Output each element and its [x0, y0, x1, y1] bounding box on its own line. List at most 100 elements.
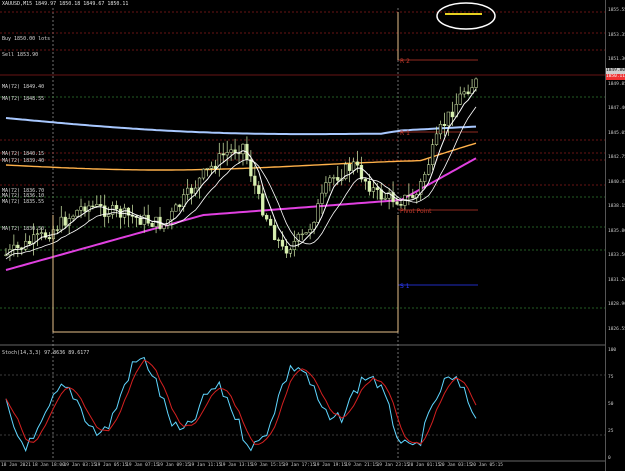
candle-body	[324, 182, 328, 194]
candle-body	[209, 165, 213, 169]
candle-body	[122, 207, 127, 218]
pivot-r1-label: R 1	[400, 130, 410, 137]
chart-header: XAUUSD,M15 1849.97 1850.18 1849.67 1850.…	[2, 1, 128, 7]
indicator-label: MA(72) 1849.40	[2, 84, 45, 90]
candle-body	[162, 224, 166, 229]
candle-body	[367, 180, 371, 192]
price-tick-label: 1855.55	[608, 8, 625, 13]
ohlc-values: 1849.97 1850.18 1849.67 1850.11	[35, 1, 129, 7]
candle-body	[182, 194, 186, 207]
candle-body	[261, 193, 265, 216]
candle-body	[12, 244, 16, 250]
candle-body	[170, 210, 174, 221]
time-tick-label: 19 Jan 11:15	[188, 463, 222, 468]
candle-body	[395, 201, 399, 205]
stoch-tick-label: 50	[608, 402, 614, 407]
candle-body	[427, 164, 431, 175]
candle-body	[221, 153, 225, 156]
stoch-tick-label: 100	[608, 348, 617, 353]
candle-body	[442, 123, 447, 126]
candle-body	[316, 203, 320, 223]
candle-body	[280, 239, 285, 247]
candle-body	[16, 244, 20, 249]
time-tick-label: 20 Jan 01:15	[407, 463, 441, 468]
candle-body	[348, 163, 352, 171]
indicator-label: Sell 1853.90	[2, 52, 39, 58]
time-tick-label: 20 Jan 03:15	[439, 463, 472, 468]
candle-body	[411, 195, 415, 199]
candle-body	[24, 241, 28, 250]
candle-body	[114, 205, 119, 210]
candle-body	[190, 187, 194, 194]
price-tick-label: 1838.15	[608, 204, 625, 209]
indicator-label: MA(72) 1839.40	[2, 158, 45, 164]
time-tick-label: 18 Jan 2021	[1, 463, 31, 468]
candle-body	[351, 161, 356, 171]
candle-body	[269, 218, 273, 226]
price-tick-label: 1849.85	[608, 81, 625, 87]
price-tick-label: 1842.75	[608, 155, 625, 160]
time-tick-label: 19 Jan 17:15	[282, 463, 316, 468]
candle-body	[265, 214, 269, 220]
price-tick-label: 1831.20	[608, 277, 625, 283]
candle-body	[375, 187, 379, 190]
stoch-tick-label: 0	[608, 456, 611, 461]
time-tick-label: 19 Jan 05:15	[94, 463, 128, 468]
pivot-r2-label: R 2	[400, 58, 410, 65]
price-tick-label: 1853.35	[608, 32, 625, 38]
time-tick-label: 19 Jan 13:15	[220, 463, 253, 468]
candle-body	[363, 178, 368, 182]
candle-body	[332, 177, 336, 179]
candle-body	[355, 161, 360, 166]
candle-body	[288, 249, 292, 254]
candle-body	[39, 232, 44, 234]
candle-body	[446, 111, 450, 126]
candle-body	[300, 233, 304, 236]
candle-body	[474, 78, 478, 88]
candle-body	[336, 177, 340, 181]
indicator-label: MA(72) 1848.55	[2, 96, 45, 102]
candle-body	[359, 164, 364, 180]
candle-body	[91, 205, 95, 207]
symbol-title: XAUUSD,M15	[2, 1, 33, 7]
candle-body	[174, 204, 178, 212]
candle-body	[383, 197, 387, 200]
candle-body	[99, 204, 103, 207]
candle-body	[304, 232, 308, 235]
candle-body	[257, 185, 261, 194]
candle-body	[276, 239, 281, 241]
pivot-point-label: Pivot Point	[400, 208, 432, 215]
pivot-s1-label: S 1	[400, 283, 410, 290]
candle-body	[55, 229, 59, 231]
candle-body	[399, 204, 403, 206]
indicator-label: MA(72) 1840.15	[2, 151, 45, 157]
stoch-tick-label: 75	[608, 375, 614, 380]
candle-body	[178, 204, 182, 207]
time-tick-label: 20 Jan 05:15	[470, 463, 504, 468]
price-tick-label: 1847.40	[608, 106, 625, 111]
time-tick-label: 19 Jan 21:15	[345, 463, 378, 468]
candle-body	[253, 175, 257, 186]
candle-body	[35, 233, 40, 235]
main-price-chart[interactable]: R 2 R 1 Pivot Point S 1	[0, 0, 605, 471]
candle-body	[229, 149, 233, 153]
indicator-label: MA(72) 1835.55	[2, 199, 45, 205]
candle-body	[371, 187, 375, 192]
candle-body	[75, 210, 79, 217]
candle-body	[328, 177, 332, 183]
time-tick-label: 19 Jan 23:15	[376, 463, 410, 468]
candle-body	[438, 123, 443, 135]
candle-body	[249, 159, 253, 177]
time-tick-label: 18 Jan 18:00	[32, 463, 65, 468]
candle-body	[205, 168, 210, 170]
price-tick-label: 1833.50	[608, 253, 625, 258]
candle-body	[308, 228, 312, 233]
price-tick-label: 1840.45	[608, 179, 625, 185]
candle-body	[458, 93, 462, 105]
time-tick-label: 19 Jan 15:15	[251, 463, 284, 468]
price-panel-bg	[0, 0, 605, 345]
stoch-tick-label: 25	[608, 429, 614, 434]
candle-body	[225, 152, 229, 156]
candle-body	[107, 214, 111, 217]
time-tick-label: 19 Jan 07:15	[126, 463, 159, 468]
